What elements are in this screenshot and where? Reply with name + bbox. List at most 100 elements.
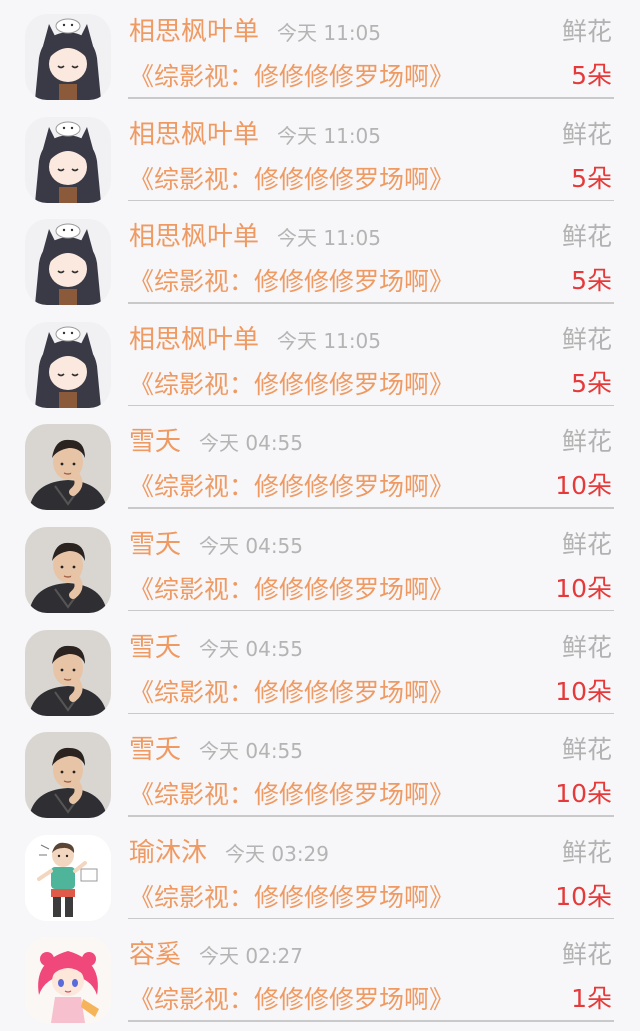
avatar[interactable] xyxy=(25,834,111,921)
man-portrait-avatar-icon xyxy=(25,629,111,716)
divider xyxy=(128,199,614,202)
divider xyxy=(128,97,614,99)
anime-cat-girl-avatar-icon xyxy=(25,116,111,203)
gift-type-label: 鲜花 xyxy=(561,735,612,765)
pink-hair-girl-avatar-icon xyxy=(25,937,111,1024)
username: 相思枫叶单 今天 11:05 xyxy=(129,217,381,258)
divider xyxy=(128,917,614,920)
man-portrait-avatar-icon xyxy=(25,424,111,511)
gift-count: 10朵 xyxy=(555,881,612,911)
username-text: 相思枫叶单 xyxy=(129,324,260,355)
book-title[interactable]: 《综影视：修修修修罗场啊》 xyxy=(129,469,454,505)
username: 雪夭 今天 04:55 xyxy=(129,422,303,463)
book-title[interactable]: 《综影视：修修修修罗场啊》 xyxy=(129,880,454,916)
username-text: 相思枫叶单 xyxy=(129,17,260,47)
book-title[interactable]: 《综影视：修修修修罗场啊》 xyxy=(129,777,454,813)
username-text: 相思枫叶单 xyxy=(129,119,260,150)
gift-count: 5朵 xyxy=(571,266,612,296)
username: 容奚 今天 02:27 xyxy=(129,935,303,976)
username-text: 相思枫叶单 xyxy=(129,222,260,253)
gift-type-label: 鲜花 xyxy=(561,324,612,354)
timestamp: 今天 04:55 xyxy=(199,533,304,558)
gift-type-label: 鲜花 xyxy=(561,222,612,252)
list-item[interactable]: 容奚 今天 02:27 鲜花 《综影视：修修修修罗场啊》 1朵 xyxy=(0,923,640,1026)
gift-count: 10朵 xyxy=(555,573,612,603)
gift-count: 10朵 xyxy=(555,471,612,501)
gift-count: 1朵 xyxy=(571,984,612,1014)
username-text: 雪夭 xyxy=(129,735,182,766)
book-title[interactable]: 《综影视：修修修修罗场啊》 xyxy=(129,59,454,95)
gift-type-label: 鲜花 xyxy=(561,17,612,46)
username: 雪夭 今天 04:55 xyxy=(129,628,303,669)
avatar[interactable] xyxy=(25,629,111,716)
avatar[interactable] xyxy=(25,14,111,100)
man-portrait-avatar-icon xyxy=(25,526,111,613)
timestamp: 今天 03:29 xyxy=(225,841,330,866)
gift-type-label: 鲜花 xyxy=(561,940,612,970)
username: 相思枫叶单 今天 11:05 xyxy=(129,115,381,156)
timestamp: 今天 11:05 xyxy=(277,123,382,148)
anime-cat-girl-avatar-icon xyxy=(25,14,111,100)
username: 相思枫叶单 今天 11:05 xyxy=(129,320,381,361)
timestamp: 今天 04:55 xyxy=(199,431,304,456)
gift-type-label: 鲜花 xyxy=(561,529,612,559)
timestamp: 今天 04:55 xyxy=(199,636,304,661)
list-item[interactable]: 雪夭 今天 04:55 鲜花 《综影视：修修修修罗场啊》 10朵 xyxy=(0,616,640,719)
book-title[interactable]: 《综影视：修修修修罗场啊》 xyxy=(129,264,454,300)
gift-record-list: 相思枫叶单 今天 11:05 鲜花 《综影视：修修修修罗场啊》 5朵 相思枫叶单今 xyxy=(0,0,640,1026)
username: 雪夭 今天 04:55 xyxy=(129,525,303,566)
timestamp: 今天 02:27 xyxy=(199,944,304,969)
timestamp: 今天 04:55 xyxy=(199,739,304,764)
divider xyxy=(128,507,614,509)
gift-type-label: 鲜花 xyxy=(561,119,612,149)
gift-type-label: 鲜花 xyxy=(561,427,612,457)
avatar[interactable] xyxy=(25,732,111,819)
divider xyxy=(128,712,614,715)
list-item[interactable]: 雪夭 今天 04:55 鲜花 《综影视：修修修修罗场啊》 10朵 xyxy=(0,718,640,821)
gift-type-label: 鲜花 xyxy=(561,632,612,662)
gift-count: 5朵 xyxy=(571,61,612,90)
divider xyxy=(128,302,614,304)
username-text: 雪夭 xyxy=(129,427,182,458)
username-text: 雪夭 xyxy=(129,632,182,663)
list-item[interactable]: 相思枫叶单 今天 11:05 鲜花 《综影视：修修修修罗场啊》 5朵 xyxy=(0,103,640,206)
gift-count: 5朵 xyxy=(571,368,612,398)
book-title[interactable]: 《综影视：修修修修罗场啊》 xyxy=(129,982,454,1018)
list-item[interactable]: 雪夭 今天 04:55 鲜花 《综影视：修修修修罗场啊》 10朵 xyxy=(0,410,640,513)
divider xyxy=(128,609,614,612)
timestamp: 今天 11:05 xyxy=(277,328,382,353)
gift-count: 5朵 xyxy=(571,163,612,193)
gift-count: 10朵 xyxy=(555,779,612,809)
list-item[interactable]: 瑜沐沐 今天 03:29 鲜花 《综影视：修修修修罗场啊》 10朵 xyxy=(0,821,640,924)
username-text: 瑜沐沐 xyxy=(129,837,208,868)
list-item[interactable]: 相思枫叶单 今天 11:05 鲜花 《综影视：修修修修罗场啊》 5朵 xyxy=(0,205,640,308)
timestamp: 今天 11:05 xyxy=(277,21,382,45)
cartoon-boy-avatar-icon xyxy=(25,834,111,921)
username-text: 雪夭 xyxy=(129,529,182,560)
divider xyxy=(128,1020,614,1022)
book-title[interactable]: 《综影视：修修修修罗场啊》 xyxy=(129,572,454,608)
book-title[interactable]: 《综影视：修修修修罗场啊》 xyxy=(129,162,454,198)
book-title[interactable]: 《综影视：修修修修罗场啊》 xyxy=(129,675,454,711)
book-title[interactable]: 《综影视：修修修修罗场啊》 xyxy=(129,367,454,403)
anime-cat-girl-avatar-icon xyxy=(25,219,111,306)
username-text: 容奚 xyxy=(129,940,182,971)
anime-cat-girl-avatar-icon xyxy=(25,321,111,408)
list-item[interactable]: 相思枫叶单 今天 11:05 鲜花 《综影视：修修修修罗场啊》 5朵 xyxy=(0,0,640,103)
avatar[interactable] xyxy=(25,116,111,203)
avatar[interactable] xyxy=(25,424,111,511)
avatar[interactable] xyxy=(25,526,111,613)
divider xyxy=(128,815,614,817)
list-item[interactable]: 相思枫叶单 今天 11:05 鲜花 《综影视：修修修修罗场啊》 5朵 xyxy=(0,308,640,411)
gift-type-label: 鲜花 xyxy=(561,837,612,867)
man-portrait-avatar-icon xyxy=(25,732,111,819)
username: 相思枫叶单 今天 11:05 xyxy=(129,12,381,53)
avatar[interactable] xyxy=(25,937,111,1024)
avatar[interactable] xyxy=(25,321,111,408)
divider xyxy=(128,404,614,407)
timestamp: 今天 11:05 xyxy=(277,226,382,251)
list-item[interactable]: 雪夭 今天 04:55 鲜花 《综影视：修修修修罗场啊》 10朵 xyxy=(0,513,640,616)
gift-count: 10朵 xyxy=(555,676,612,706)
avatar[interactable] xyxy=(25,219,111,306)
username: 雪夭 今天 04:55 xyxy=(129,730,303,771)
